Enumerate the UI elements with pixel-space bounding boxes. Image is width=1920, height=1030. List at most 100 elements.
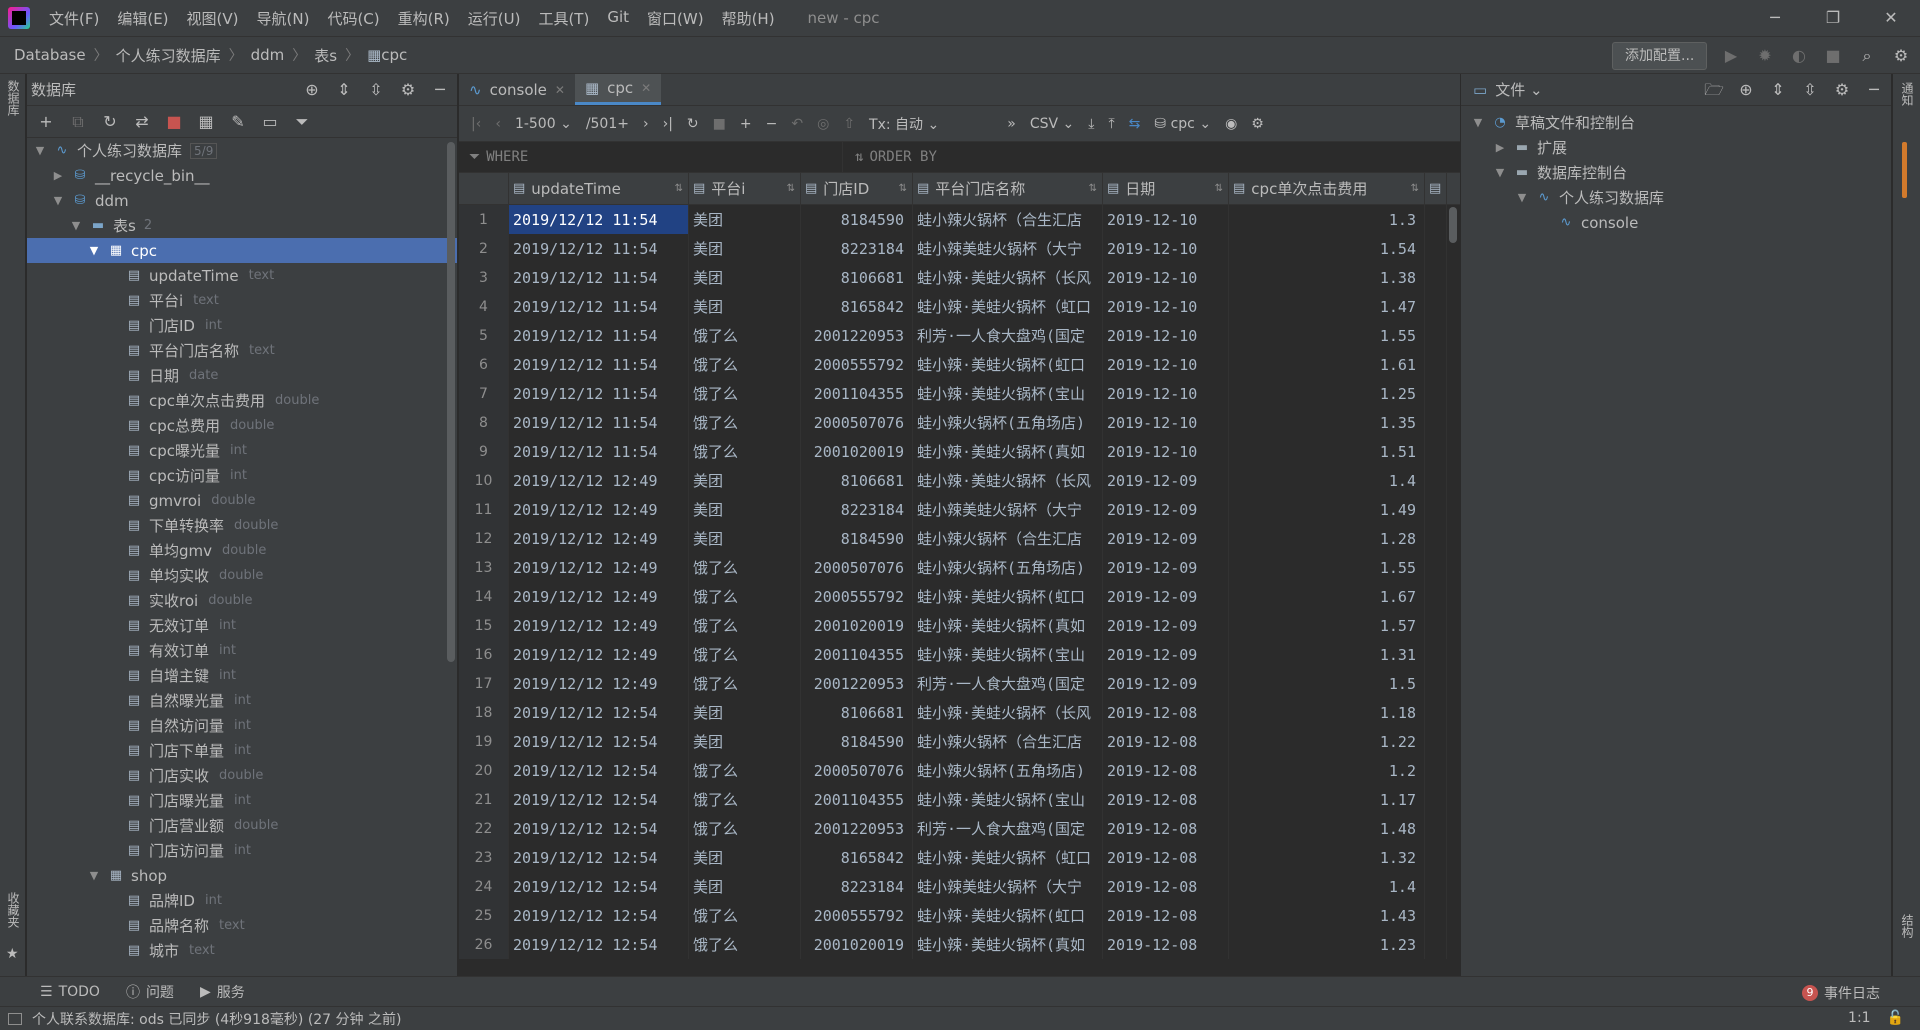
column-header[interactable]: ▤ 日期 ⇅ — [1103, 173, 1229, 204]
submit-icon[interactable]: ⇧ — [843, 116, 855, 132]
total-rows[interactable]: /501+ — [586, 116, 629, 132]
table-cell[interactable]: 2019/12/12 11:54 — [509, 379, 689, 408]
table-cell[interactable]: 8165842 — [801, 843, 913, 872]
chevron-down-icon[interactable]: ▼ — [1493, 166, 1507, 179]
table-cell[interactable]: 2019-12-10 — [1103, 350, 1229, 379]
tree-item-column[interactable]: ▤ 无效订单 int — [27, 613, 457, 638]
download-icon[interactable]: ⤓ — [1088, 116, 1094, 132]
table-cell[interactable]: 1.38 — [1229, 263, 1425, 292]
search-icon[interactable]: ⌕ — [1854, 43, 1880, 69]
table-row[interactable]: 17 2019/12/12 12:49 饿了么 2001220953 利芳·一人食大盘鸡… — [459, 669, 1460, 698]
table-row[interactable]: 22 2019/12/12 12:54 饿了么 2001220953 利芳·一人食大盘鸡… — [459, 814, 1460, 843]
close-icon[interactable]: ✕ — [555, 83, 565, 97]
tree-item-schema-ddm[interactable]: ▼ ⛁ ddm — [27, 188, 457, 213]
tree-item-column[interactable]: ▤ 自增主键 int — [27, 663, 457, 688]
lock-icon[interactable]: 🔓 — [1887, 1010, 1904, 1026]
table-cell[interactable]: 2019/12/12 12:54 — [509, 843, 689, 872]
favorites-tool-tab[interactable]: 收藏夹 — [5, 892, 22, 928]
table-row[interactable]: 8 2019/12/12 11:54 饿了么 2000507076 蛙小辣火锅杯(五角场… — [459, 408, 1460, 437]
schema-select[interactable]: ⛁ cpc ⌄ — [1154, 116, 1211, 132]
restore-icon[interactable]: ❐ — [1804, 0, 1862, 36]
tree-item-column[interactable]: ▤ 城市 text — [27, 938, 457, 963]
table-cell[interactable]: 蛙小辣·美蛙火锅杯（虹口 — [913, 843, 1103, 872]
table-cell[interactable]: 美团 — [689, 843, 801, 872]
table-cell[interactable]: 蛙小辣·美蛙火锅杯（长风 — [913, 698, 1103, 727]
menu-item[interactable]: 文件(F) — [40, 8, 108, 29]
tab-cpc[interactable]: ▦ cpc ✕ — [574, 74, 662, 105]
compare-icon[interactable]: ⇆ — [1129, 116, 1141, 132]
upload-icon[interactable]: ⤒ — [1108, 116, 1114, 132]
chevron-down-icon[interactable]: ▼ — [1471, 116, 1485, 129]
sort-icon[interactable]: ⇅ — [787, 183, 795, 194]
table-cell[interactable]: 2019-12-10 — [1103, 321, 1229, 350]
table-row[interactable]: 20 2019/12/12 12:54 饿了么 2000507076 蛙小辣火锅杯(五角… — [459, 756, 1460, 785]
tree-item-column[interactable]: ▤ 门店ID int — [27, 313, 457, 338]
table-cell[interactable]: 2001220953 — [801, 321, 913, 350]
table-cell[interactable]: 蛙小辣美蛙火锅杯（大宁 — [913, 234, 1103, 263]
sort-icon[interactable]: ⇅ — [675, 183, 683, 194]
table-row[interactable]: 25 2019/12/12 12:54 饿了么 2000555792 蛙小辣·美蛙火锅杯… — [459, 901, 1460, 930]
table-cell[interactable]: 蛙小辣·美蛙火锅杯(宝山 — [913, 640, 1103, 669]
caret-position[interactable]: 1:1 — [1848, 1010, 1871, 1026]
notifications-tool-tab[interactable]: 通知 — [1899, 82, 1916, 106]
tree-item-column[interactable]: ▤ 门店下单量 int — [27, 738, 457, 763]
table-cell[interactable]: 美团 — [689, 234, 801, 263]
copy-icon[interactable]: ⧉ — [67, 111, 89, 133]
table-cell[interactable]: 饿了么 — [689, 669, 801, 698]
table-cell[interactable]: 饿了么 — [689, 408, 801, 437]
table-cell[interactable]: 2000507076 — [801, 553, 913, 582]
table-cell[interactable]: 2019/12/12 12:54 — [509, 785, 689, 814]
table-cell[interactable]: 美团 — [689, 466, 801, 495]
table-cell[interactable]: 2019-12-09 — [1103, 495, 1229, 524]
sync-schema-icon[interactable]: ⇄ — [131, 111, 153, 133]
table-cell[interactable]: 蛙小辣火锅杯（合生汇店 — [913, 205, 1103, 234]
table-row[interactable]: 2 2019/12/12 11:54 美团 8223184 蛙小辣美蛙火锅杯（大宁 201… — [459, 234, 1460, 263]
tree-scrollbar[interactable] — [447, 142, 455, 662]
table-cell[interactable]: 2000555792 — [801, 582, 913, 611]
table-cell[interactable]: 1.55 — [1229, 321, 1425, 350]
stop-icon[interactable]: ■ — [1820, 43, 1846, 69]
table-cell[interactable]: 8223184 — [801, 872, 913, 901]
chevron-down-icon[interactable]: ▼ — [1515, 191, 1529, 204]
table-cell[interactable]: 2019/12/12 12:54 — [509, 872, 689, 901]
locate-icon[interactable]: ⊕ — [1735, 78, 1757, 102]
table-cell[interactable]: 蛙小辣·美蛙火锅杯(真如 — [913, 437, 1103, 466]
table-cell[interactable]: 2001104355 — [801, 379, 913, 408]
table-cell[interactable]: 2019-12-08 — [1103, 727, 1229, 756]
sort-icon[interactable]: ⇅ — [899, 183, 907, 194]
table-row[interactable]: 26 2019/12/12 12:54 饿了么 2001020019 蛙小辣·美蛙火锅杯… — [459, 930, 1460, 959]
table-cell[interactable]: 饿了么 — [689, 901, 801, 930]
table-row[interactable]: 3 2019/12/12 11:54 美团 8106681 蛙小辣·美蛙火锅杯（长风 20… — [459, 263, 1460, 292]
menu-item[interactable]: 视图(V) — [178, 8, 248, 29]
files-tree-item[interactable]: ▶ ▬ 扩展 — [1461, 135, 1891, 160]
files-tree-item[interactable]: ∿ console — [1461, 210, 1891, 235]
table-cell[interactable]: 2019-12-08 — [1103, 785, 1229, 814]
collapse-all-icon[interactable]: ⇳ — [1799, 78, 1821, 102]
table-row[interactable]: 24 2019/12/12 12:54 美团 8223184 蛙小辣美蛙火锅杯（大宁 20… — [459, 872, 1460, 901]
column-header[interactable]: ▤ 平台i ⇅ — [689, 173, 801, 204]
table-cell[interactable]: 2019-12-09 — [1103, 582, 1229, 611]
revert-icon[interactable]: ↶ — [791, 116, 803, 132]
filter-icon[interactable]: ⏷ — [291, 111, 313, 133]
table-cell[interactable]: 美团 — [689, 698, 801, 727]
table-cell[interactable]: 8165842 — [801, 292, 913, 321]
table-cell[interactable]: 8184590 — [801, 524, 913, 553]
table-cell[interactable]: 2019-12-10 — [1103, 263, 1229, 292]
settings-icon[interactable]: ⚙ — [1888, 43, 1914, 69]
table-cell[interactable]: 2001020019 — [801, 930, 913, 959]
table-row[interactable]: 19 2019/12/12 12:54 美团 8184590 蛙小辣火锅杯（合生汇店 20… — [459, 727, 1460, 756]
tree-item-column[interactable]: ▤ 单均gmv double — [27, 538, 457, 563]
table-row[interactable]: 9 2019/12/12 11:54 饿了么 2001020019 蛙小辣·美蛙火锅杯(… — [459, 437, 1460, 466]
table-cell[interactable]: 2019-12-09 — [1103, 466, 1229, 495]
event-log-button[interactable]: 9 事件日志 — [1802, 983, 1880, 1003]
tree-item-column[interactable]: ▤ 实收roi double — [27, 588, 457, 613]
table-cell[interactable]: 2001104355 — [801, 640, 913, 669]
minimize-icon[interactable]: ─ — [1746, 0, 1804, 36]
table-cell[interactable]: 2019-12-08 — [1103, 698, 1229, 727]
table-cell[interactable]: 2019/12/12 11:54 — [509, 205, 689, 234]
column-header[interactable]: ▤ updateTime ⇅ — [509, 173, 689, 204]
prev-page-icon[interactable]: ‹ — [495, 116, 501, 132]
breadcrumb-item[interactable]: 个人练习数据库 — [116, 45, 221, 66]
gear-icon[interactable]: ⚙ — [397, 78, 419, 102]
table-cell[interactable]: 饿了么 — [689, 640, 801, 669]
